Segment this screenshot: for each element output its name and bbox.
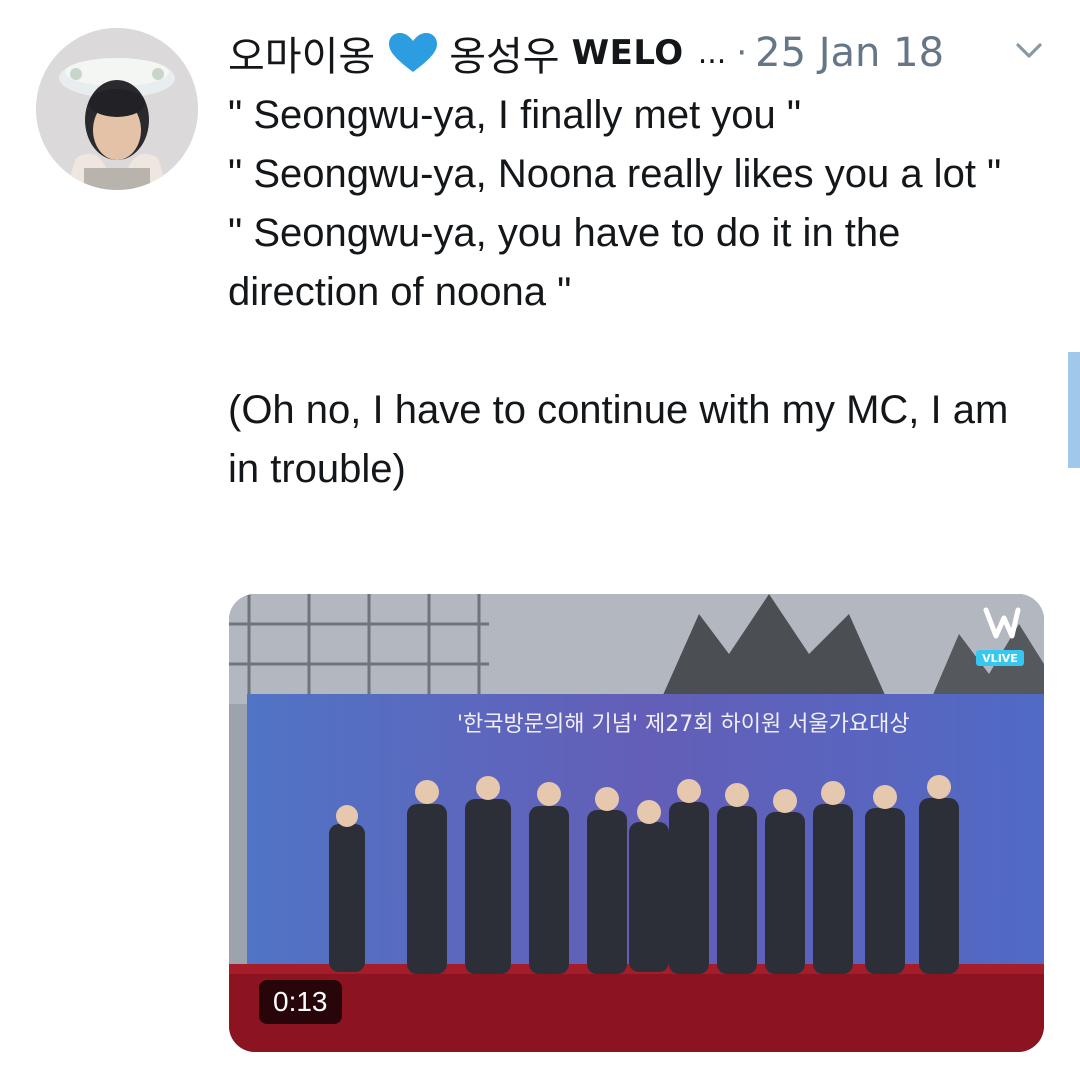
video-duration: 0:13 xyxy=(259,980,342,1024)
tweet-text: " Seongwu-ya, I finally met you " " Seon… xyxy=(228,86,1028,499)
tweet-date[interactable]: 25 Jan 18 xyxy=(755,30,944,76)
display-name-suffix[interactable]: WELO xyxy=(572,33,684,73)
tweet-line: " Seongwu-ya, I finally met you " xyxy=(228,93,802,137)
video-player[interactable]: '한국방문의해 기념' 제27회 하이원 서울가요대상 VLIVE 0:13 xyxy=(229,594,1044,1052)
meta-separator: · xyxy=(736,33,748,73)
display-name-korean[interactable]: 옹성우 xyxy=(449,24,559,82)
chevron-down-icon[interactable] xyxy=(1012,34,1046,68)
banner-text: '한국방문의해 기념' 제27회 하이원 서울가요대상 xyxy=(457,712,910,737)
tweet-line: " Seongwu-ya, you have to do it in the d… xyxy=(228,211,912,314)
tweet-header: 오마이옹 옹성우 WELO ... · 25 Jan 18 xyxy=(228,22,1050,84)
display-name[interactable]: 오마이옹 xyxy=(228,24,375,82)
tweet-line: (Oh no, I have to continue with my MC, I… xyxy=(228,388,1020,491)
vlive-logo-icon: VLIVE xyxy=(972,606,1028,672)
heart-icon xyxy=(387,32,439,74)
vlive-badge-text: VLIVE xyxy=(982,652,1018,665)
video-thumbnail xyxy=(229,594,1044,1052)
name-truncation: ... xyxy=(697,35,727,71)
tweet-line: " Seongwu-ya, Noona really likes you a l… xyxy=(228,152,1002,196)
avatar[interactable] xyxy=(36,28,198,190)
avatar-image xyxy=(36,28,198,190)
scroll-indicator[interactable] xyxy=(1068,352,1080,468)
